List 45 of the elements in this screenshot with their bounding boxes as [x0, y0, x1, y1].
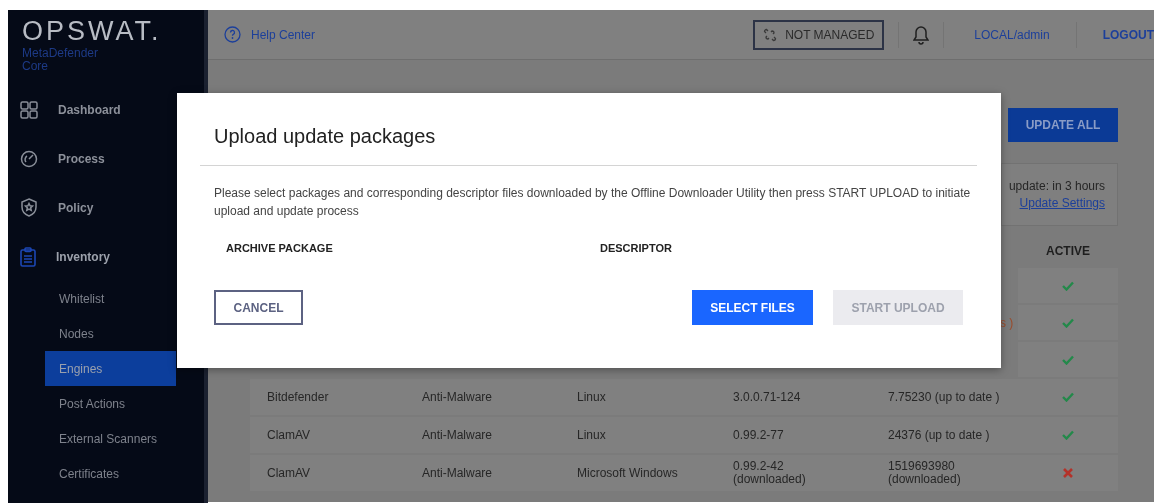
clipboard-icon [20, 246, 36, 267]
next-update-text: update: in 3 hours [1008, 179, 1105, 193]
sidebar-item[interactable]: Policy [8, 183, 106, 232]
sidebar-subitem[interactable]: Engines [45, 351, 176, 386]
logo: OPSWAT. [21, 15, 162, 47]
product-name: MetaDefender [21, 47, 99, 60]
column-header: ACTIVE [1045, 244, 1091, 260]
table-cell-text: Anti-Malware [421, 390, 494, 404]
dialog-title: Upload update packages [200, 93, 977, 166]
gauge-icon [20, 149, 38, 168]
table-cell-text: 3.0.0.71-124 [732, 390, 802, 404]
table-cell-text: Linux [576, 428, 607, 442]
sidebar-item[interactable]: Dashboard [8, 85, 133, 134]
table-cell-text: Linux [576, 390, 607, 404]
table-cell-text: Microsoft Windows [576, 466, 679, 480]
sidebar-subitem[interactable]: Certificates [45, 456, 130, 491]
product-edition: Core [21, 60, 48, 73]
select-files-button[interactable]: SELECT FILES [692, 290, 813, 325]
sidebar-item[interactable]: Inventory [8, 232, 122, 281]
not-managed-button[interactable]: NOT MANAGED [753, 19, 885, 50]
table-cell-text: 0.99.2-77 [732, 428, 785, 442]
table-cell-text: 24376 (up to date ) [887, 428, 991, 442]
update-all-button[interactable]: UPDATE ALL [1008, 108, 1118, 142]
dialog-message: Please select packages and corresponding descriptor files downloaded by the Offline Downloader Utility then press START UPLOAD to initiate upload and update process [214, 185, 972, 220]
definitions-fragment: s ) [1000, 315, 1014, 330]
table-cell-text: Anti-Malware [421, 466, 494, 480]
table-cell-text: ClamAV [266, 466, 312, 480]
notification-bell-icon[interactable] [913, 24, 930, 45]
table-cell-text: 0.99.2-42 (downloaded) [732, 460, 807, 486]
dashboard-icon [20, 100, 38, 119]
table-cell-text: ClamAV [266, 428, 312, 442]
cancel-button[interactable]: CANCEL [214, 290, 303, 325]
sidebar-item[interactable]: Process [8, 134, 117, 183]
sidebar-subitem[interactable]: Whitelist [45, 281, 115, 316]
table-cell-text: 7.75230 (up to date ) [887, 390, 1001, 404]
sidebar-subitem[interactable]: Post Actions [45, 386, 136, 421]
sidebar-subitem[interactable]: External Scanners [45, 421, 168, 456]
sidebar-subitem[interactable]: Nodes [45, 316, 104, 351]
column-header: ARCHIVE PACKAGE [226, 242, 334, 254]
help-icon [224, 26, 241, 43]
table-cell-text: 1519693980 (downloaded) [887, 460, 962, 486]
column-header: DESCRIPTOR [600, 242, 672, 254]
table-cell-text: Anti-Malware [421, 428, 494, 442]
shield-icon [20, 198, 38, 217]
table-cell-text: Bitdefender [266, 390, 330, 404]
